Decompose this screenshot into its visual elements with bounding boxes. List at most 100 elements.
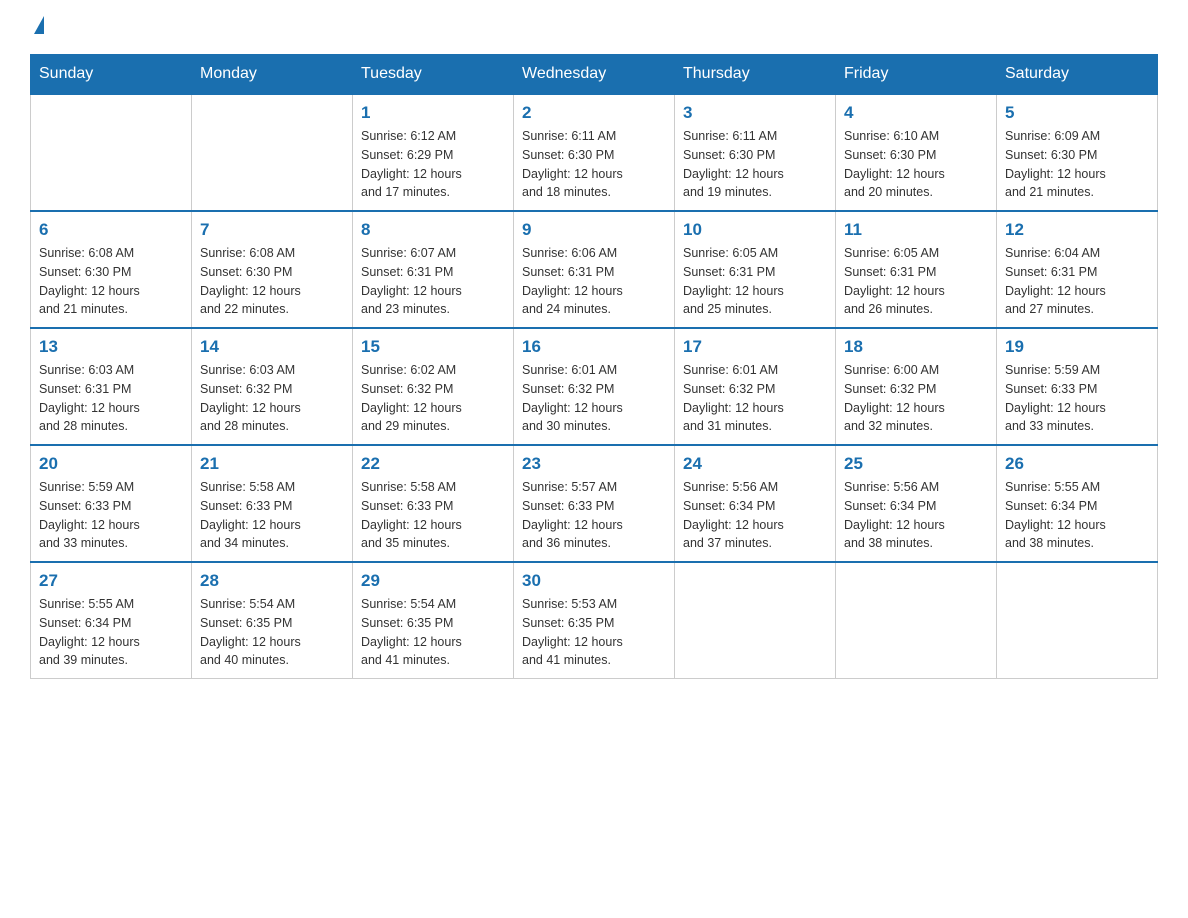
day-info: Sunrise: 6:10 AMSunset: 6:30 PMDaylight:…: [844, 127, 988, 202]
weekday-header-sunday: Sunday: [31, 55, 192, 95]
logo: [30, 20, 44, 34]
day-number: 19: [1005, 337, 1149, 357]
day-number: 16: [522, 337, 666, 357]
day-info: Sunrise: 6:09 AMSunset: 6:30 PMDaylight:…: [1005, 127, 1149, 202]
day-number: 6: [39, 220, 183, 240]
calendar-day-28: 28 Sunrise: 5:54 AMSunset: 6:35 PMDayligh…: [192, 562, 353, 679]
calendar-day-11: 11Sunrise: 6:05 AMSunset: 6:31 PMDayligh…: [836, 211, 997, 328]
day-info: Sunrise: 5:56 AMSunset: 6:34 PMDaylight:…: [844, 478, 988, 553]
day-number: 11: [844, 220, 988, 240]
day-number: 7: [200, 220, 344, 240]
calendar-day-12: 12 Sunrise: 6:04 AMSunset: 6:31 PMDayligh…: [997, 211, 1158, 328]
day-number: 4: [844, 103, 988, 123]
calendar-table: SundayMondayTuesdayWednesdayThursdayFrid…: [30, 54, 1158, 679]
day-info: Sunrise: 5:55 AMSunset: 6:34 PMDaylight:…: [1005, 478, 1149, 553]
day-number: 23: [522, 454, 666, 474]
calendar-day-23: 23 Sunrise: 5:57 AMSunset: 6:33 PMDayligh…: [514, 445, 675, 562]
day-number: 2: [522, 103, 666, 123]
day-info: Sunrise: 5:59 AMSunset: 6:33 PMDaylight:…: [39, 478, 183, 553]
day-info: Sunrise: 6:04 AMSunset: 6:31 PMDaylight:…: [1005, 244, 1149, 319]
day-number: 8: [361, 220, 505, 240]
weekday-header-monday: Monday: [192, 55, 353, 95]
day-number: 17: [683, 337, 827, 357]
calendar-day-30: 30 Sunrise: 5:53 AMSunset: 6:35 PMDayligh…: [514, 562, 675, 679]
day-number: 12: [1005, 220, 1149, 240]
day-number: 15: [361, 337, 505, 357]
day-info: Sunrise: 6:06 AMSunset: 6:31 PMDaylight:…: [522, 244, 666, 319]
calendar-week-row: 13 Sunrise: 6:03 AMSunset: 6:31 PMDayligh…: [31, 328, 1158, 445]
calendar-day-7: 7 Sunrise: 6:08 AMSunset: 6:30 PMDaylight…: [192, 211, 353, 328]
day-info: Sunrise: 6:08 AMSunset: 6:30 PMDaylight:…: [200, 244, 344, 319]
day-info: Sunrise: 6:03 AMSunset: 6:31 PMDaylight:…: [39, 361, 183, 436]
calendar-day-empty: [836, 562, 997, 679]
day-info: Sunrise: 6:05 AMSunset: 6:31 PMDaylight:…: [683, 244, 827, 319]
day-number: 10: [683, 220, 827, 240]
calendar-week-row: 27Sunrise: 5:55 AMSunset: 6:34 PMDayligh…: [31, 562, 1158, 679]
calendar-day-empty: [192, 94, 353, 211]
day-number: 9: [522, 220, 666, 240]
calendar-day-22: 22Sunrise: 5:58 AMSunset: 6:33 PMDayligh…: [353, 445, 514, 562]
day-number: 3: [683, 103, 827, 123]
day-number: 1: [361, 103, 505, 123]
calendar-day-3: 3 Sunrise: 6:11 AMSunset: 6:30 PMDaylight…: [675, 94, 836, 211]
day-number: 14: [200, 337, 344, 357]
calendar-day-empty: [675, 562, 836, 679]
header: [30, 20, 1158, 34]
day-info: Sunrise: 5:59 AMSunset: 6:33 PMDaylight:…: [1005, 361, 1149, 436]
calendar-day-empty: [31, 94, 192, 211]
weekday-header-wednesday: Wednesday: [514, 55, 675, 95]
day-info: Sunrise: 6:02 AMSunset: 6:32 PMDaylight:…: [361, 361, 505, 436]
day-number: 26: [1005, 454, 1149, 474]
day-number: 24: [683, 454, 827, 474]
weekday-header-tuesday: Tuesday: [353, 55, 514, 95]
calendar-day-27: 27Sunrise: 5:55 AMSunset: 6:34 PMDayligh…: [31, 562, 192, 679]
calendar-day-14: 14 Sunrise: 6:03 AMSunset: 6:32 PMDayligh…: [192, 328, 353, 445]
calendar-day-16: 16 Sunrise: 6:01 AMSunset: 6:32 PMDayligh…: [514, 328, 675, 445]
day-info: Sunrise: 5:56 AMSunset: 6:34 PMDaylight:…: [683, 478, 827, 553]
day-number: 30: [522, 571, 666, 591]
day-number: 27: [39, 571, 183, 591]
calendar-day-8: 8Sunrise: 6:07 AMSunset: 6:31 PMDaylight…: [353, 211, 514, 328]
day-info: Sunrise: 5:53 AMSunset: 6:35 PMDaylight:…: [522, 595, 666, 670]
calendar-day-6: 6 Sunrise: 6:08 AMSunset: 6:30 PMDaylight…: [31, 211, 192, 328]
day-info: Sunrise: 6:01 AMSunset: 6:32 PMDaylight:…: [683, 361, 827, 436]
day-number: 18: [844, 337, 988, 357]
logo-triangle-icon: [34, 16, 44, 34]
weekday-header-saturday: Saturday: [997, 55, 1158, 95]
day-info: Sunrise: 6:11 AMSunset: 6:30 PMDaylight:…: [522, 127, 666, 202]
calendar-day-13: 13 Sunrise: 6:03 AMSunset: 6:31 PMDayligh…: [31, 328, 192, 445]
day-number: 13: [39, 337, 183, 357]
day-info: Sunrise: 6:08 AMSunset: 6:30 PMDaylight:…: [39, 244, 183, 319]
weekday-header-thursday: Thursday: [675, 55, 836, 95]
calendar-day-17: 17 Sunrise: 6:01 AMSunset: 6:32 PMDayligh…: [675, 328, 836, 445]
calendar-day-2: 2 Sunrise: 6:11 AMSunset: 6:30 PMDaylight…: [514, 94, 675, 211]
calendar-day-4: 4 Sunrise: 6:10 AMSunset: 6:30 PMDaylight…: [836, 94, 997, 211]
calendar-week-row: 6 Sunrise: 6:08 AMSunset: 6:30 PMDaylight…: [31, 211, 1158, 328]
calendar-day-empty: [997, 562, 1158, 679]
day-number: 5: [1005, 103, 1149, 123]
calendar-day-26: 26 Sunrise: 5:55 AMSunset: 6:34 PMDayligh…: [997, 445, 1158, 562]
day-info: Sunrise: 5:58 AMSunset: 6:33 PMDaylight:…: [200, 478, 344, 553]
calendar-day-19: 19 Sunrise: 5:59 AMSunset: 6:33 PMDayligh…: [997, 328, 1158, 445]
day-number: 21: [200, 454, 344, 474]
day-info: Sunrise: 6:00 AMSunset: 6:32 PMDaylight:…: [844, 361, 988, 436]
day-info: Sunrise: 6:11 AMSunset: 6:30 PMDaylight:…: [683, 127, 827, 202]
calendar-day-29: 29Sunrise: 5:54 AMSunset: 6:35 PMDayligh…: [353, 562, 514, 679]
day-info: Sunrise: 6:01 AMSunset: 6:32 PMDaylight:…: [522, 361, 666, 436]
calendar-day-1: 1 Sunrise: 6:12 AMSunset: 6:29 PMDaylight…: [353, 94, 514, 211]
calendar-day-24: 24 Sunrise: 5:56 AMSunset: 6:34 PMDayligh…: [675, 445, 836, 562]
day-info: Sunrise: 6:12 AMSunset: 6:29 PMDaylight:…: [361, 127, 505, 202]
weekday-header-row: SundayMondayTuesdayWednesdayThursdayFrid…: [31, 55, 1158, 95]
calendar-day-20: 20 Sunrise: 5:59 AMSunset: 6:33 PMDayligh…: [31, 445, 192, 562]
day-number: 22: [361, 454, 505, 474]
day-info: Sunrise: 5:57 AMSunset: 6:33 PMDaylight:…: [522, 478, 666, 553]
calendar-day-15: 15 Sunrise: 6:02 AMSunset: 6:32 PMDayligh…: [353, 328, 514, 445]
day-info: Sunrise: 6:03 AMSunset: 6:32 PMDaylight:…: [200, 361, 344, 436]
calendar-week-row: 20 Sunrise: 5:59 AMSunset: 6:33 PMDayligh…: [31, 445, 1158, 562]
day-info: Sunrise: 5:54 AMSunset: 6:35 PMDaylight:…: [200, 595, 344, 670]
day-info: Sunrise: 5:54 AMSunset: 6:35 PMDaylight:…: [361, 595, 505, 670]
day-number: 28: [200, 571, 344, 591]
calendar-day-10: 10 Sunrise: 6:05 AMSunset: 6:31 PMDayligh…: [675, 211, 836, 328]
day-number: 20: [39, 454, 183, 474]
calendar-day-21: 21 Sunrise: 5:58 AMSunset: 6:33 PMDayligh…: [192, 445, 353, 562]
